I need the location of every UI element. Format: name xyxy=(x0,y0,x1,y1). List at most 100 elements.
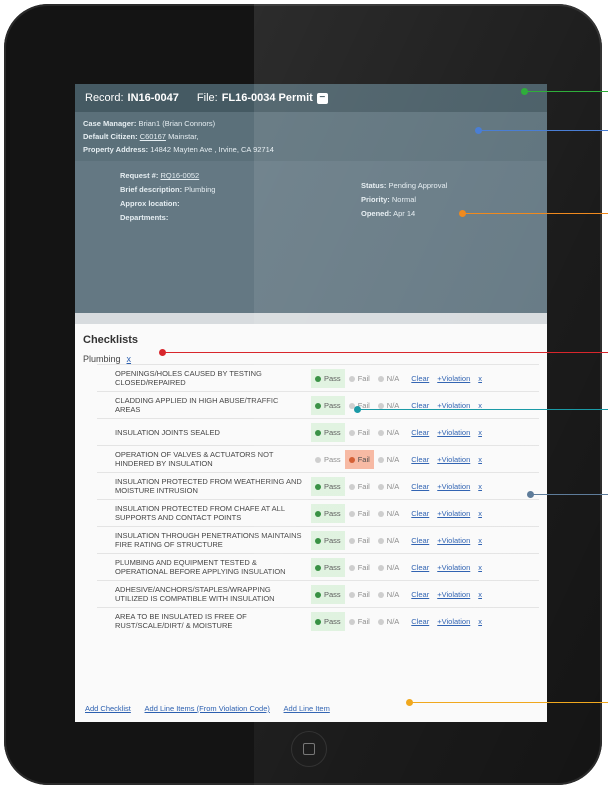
remove-item-link[interactable]: x xyxy=(478,509,482,518)
add-violation-link[interactable]: +Violation xyxy=(437,617,470,626)
remove-item-link[interactable]: x xyxy=(478,536,482,545)
add-violation-link[interactable]: +Violation xyxy=(437,563,470,572)
na-radio[interactable]: N/A xyxy=(374,504,404,523)
na-radio[interactable]: N/A xyxy=(374,396,404,415)
clear-link[interactable]: Clear xyxy=(411,617,429,626)
add-violation-link[interactable]: +Violation xyxy=(437,374,470,383)
add-line-items-code-link[interactable]: Add Line Items (From Violation Code) xyxy=(145,704,270,713)
clear-link[interactable]: Clear xyxy=(411,374,429,383)
fail-radio[interactable]: Fail xyxy=(345,369,374,388)
checklist-row: INSULATION PROTECTED FROM WEATHERING AND… xyxy=(97,472,539,499)
add-violation-link[interactable]: +Violation xyxy=(437,455,470,464)
citizen-label: Default Citizen: xyxy=(83,132,138,141)
fail-radio[interactable]: Fail xyxy=(345,504,374,523)
radio-icon xyxy=(315,483,321,490)
checklist-item-text: INSULATION PROTECTED FROM WEATHERING AND… xyxy=(115,477,302,495)
checklist-item-text: ADHESIVE/ANCHORS/STAPLES/WRAPPING UTILIZ… xyxy=(115,585,275,603)
add-violation-link[interactable]: +Violation xyxy=(437,428,470,437)
priority-value: Normal xyxy=(391,195,417,204)
radio-icon xyxy=(348,537,355,544)
citizen-name: Mainstar, xyxy=(168,132,199,141)
fail-radio[interactable]: Fail xyxy=(345,558,374,577)
fail-radio[interactable]: Fail xyxy=(345,585,374,604)
add-line-item-link[interactable]: Add Line Item xyxy=(284,704,330,713)
add-checklist-link[interactable]: Add Checklist xyxy=(85,704,131,713)
add-violation-link[interactable]: +Violation xyxy=(437,482,470,491)
na-radio[interactable]: N/A xyxy=(374,423,404,442)
na-radio[interactable]: N/A xyxy=(374,558,404,577)
callout-line-amber xyxy=(406,699,608,706)
radio-icon xyxy=(348,564,355,571)
callout-dot-teal xyxy=(354,406,361,413)
clear-link[interactable]: Clear xyxy=(411,590,429,599)
add-violation-link[interactable]: +Violation xyxy=(437,536,470,545)
remove-group-link[interactable]: x xyxy=(127,354,132,364)
remove-item-link[interactable]: x xyxy=(478,455,482,464)
priority-label: Priority: xyxy=(361,195,390,204)
footer-links: Add Checklist Add Line Items (From Viola… xyxy=(85,704,342,713)
checklist-item-text: INSULATION JOINTS SEALED xyxy=(115,427,220,437)
file-label: File: xyxy=(196,92,218,104)
approx-location-label: Approx location: xyxy=(120,199,180,208)
clear-link[interactable]: Clear xyxy=(411,482,429,491)
remove-item-link[interactable]: x xyxy=(478,590,482,599)
checklist-row: INSULATION JOINTS SEALED Pass Fail N/A Clear… xyxy=(97,418,539,445)
record-label: Record: xyxy=(85,92,124,104)
pass-radio[interactable]: Pass xyxy=(311,611,345,631)
fail-radio[interactable]: Fail xyxy=(345,423,374,442)
pass-radio[interactable]: Pass xyxy=(311,395,345,415)
pass-radio[interactable]: Pass xyxy=(311,584,345,604)
fail-radio[interactable]: Fail xyxy=(345,612,374,631)
radio-icon xyxy=(348,510,355,517)
remove-item-link[interactable]: x xyxy=(478,374,482,383)
radio-icon xyxy=(348,375,355,382)
add-violation-link[interactable]: +Violation xyxy=(437,509,470,518)
citizen-link[interactable]: C60167 xyxy=(140,132,166,141)
case-manager-value: Brian1 (Brian Connors) xyxy=(138,119,216,128)
pass-radio[interactable]: Pass xyxy=(311,422,345,442)
callout-line-blue xyxy=(475,127,608,134)
na-radio[interactable]: N/A xyxy=(374,477,404,496)
na-radio[interactable]: N/A xyxy=(374,585,404,604)
fail-radio[interactable]: Fail xyxy=(345,477,374,496)
opened-value: Apr 14 xyxy=(393,209,416,218)
checklist-item-text: INSULATION PROTECTED FROM CHAFE AT ALL S… xyxy=(115,504,285,522)
pass-radio[interactable]: Pass xyxy=(311,530,345,550)
pass-radio[interactable]: Pass xyxy=(311,368,345,388)
fail-radio[interactable]: Fail xyxy=(344,449,374,469)
pass-radio[interactable]: Pass xyxy=(311,450,345,469)
radio-icon xyxy=(377,537,384,544)
pass-radio[interactable]: Pass xyxy=(311,503,345,523)
pass-radio[interactable]: Pass xyxy=(311,476,345,496)
radio-icon xyxy=(315,429,321,436)
minus-box-icon[interactable]: − xyxy=(316,92,328,104)
radio-icon xyxy=(348,456,355,463)
radio-icon xyxy=(377,618,384,625)
na-radio[interactable]: N/A xyxy=(374,369,404,388)
checklist-group-header: Plumbing x xyxy=(83,354,539,364)
request-number-link[interactable]: RQ16-0052 xyxy=(160,171,199,180)
remove-item-link[interactable]: x xyxy=(478,563,482,572)
app-screen: Record: IN16-0047 File: FL16-0034 Permit… xyxy=(75,84,547,722)
pass-radio[interactable]: Pass xyxy=(311,557,345,577)
radio-icon xyxy=(315,564,321,571)
remove-item-link[interactable]: x xyxy=(478,617,482,626)
checklist-item-text: AREA TO BE INSULATED IS FREE OF RUST/SCA… xyxy=(115,612,247,630)
na-radio[interactable]: N/A xyxy=(374,531,404,550)
remove-item-link[interactable]: x xyxy=(478,482,482,491)
clear-link[interactable]: Clear xyxy=(411,455,429,464)
home-button[interactable] xyxy=(291,731,327,767)
callout-dot-orange xyxy=(459,210,466,217)
request-panel: Request #: RQ16-0052 Brief description: … xyxy=(75,161,547,313)
clear-link[interactable]: Clear xyxy=(411,509,429,518)
remove-item-link[interactable]: x xyxy=(478,428,482,437)
na-radio[interactable]: N/A xyxy=(374,450,404,469)
fail-radio[interactable]: Fail xyxy=(345,531,374,550)
add-violation-link[interactable]: +Violation xyxy=(437,590,470,599)
na-radio[interactable]: N/A xyxy=(374,612,404,631)
case-manager-label: Case Manager: xyxy=(83,119,137,128)
clear-link[interactable]: Clear xyxy=(411,563,429,572)
clear-link[interactable]: Clear xyxy=(411,536,429,545)
clear-link[interactable]: Clear xyxy=(411,428,429,437)
status-value: Pending Approval xyxy=(388,181,448,190)
